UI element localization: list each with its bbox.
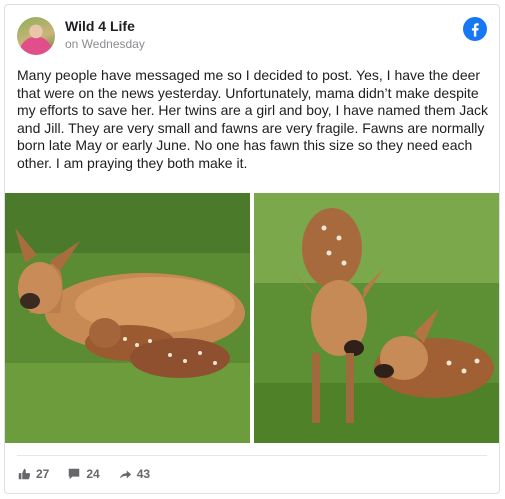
post-text: Many people have messaged me so I decide… [17, 67, 489, 171]
doe-and-fawns-image [5, 193, 250, 443]
comment-count: 24 [86, 467, 100, 481]
share-count: 43 [136, 467, 151, 481]
two-fawns-photo[interactable] [254, 193, 499, 443]
actions-divider [17, 455, 487, 456]
doe-and-fawns-photo[interactable] [5, 193, 250, 443]
comment-action[interactable]: 24 [67, 467, 100, 481]
like-action[interactable]: 27 [17, 467, 49, 481]
post-actions: 27 24 43 [17, 467, 150, 481]
facebook-icon[interactable] [463, 17, 487, 41]
photo-grid [5, 193, 499, 443]
comment-icon [69, 468, 80, 480]
like-count: 27 [36, 467, 50, 481]
author-avatar[interactable] [17, 17, 55, 55]
author-name[interactable]: Wild 4 Life [65, 18, 135, 34]
share-action[interactable]: 43 [118, 467, 150, 481]
thumbs-up-icon [18, 468, 31, 480]
post-card: Wild 4 Life on Wednesday Many people hav… [4, 4, 500, 494]
share-arrow-icon [119, 470, 131, 479]
post-timestamp[interactable]: on Wednesday [65, 37, 145, 51]
two-fawns-image [254, 193, 499, 443]
